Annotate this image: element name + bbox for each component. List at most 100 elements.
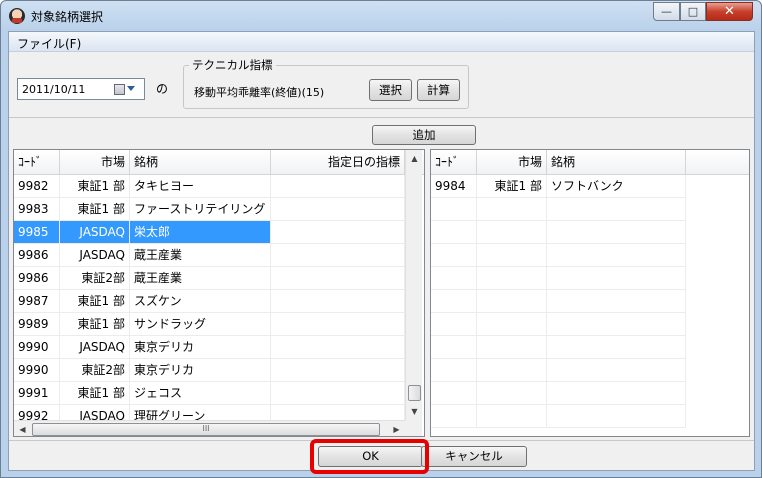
app-icon (9, 8, 25, 24)
cell-market: JASDAQ (60, 336, 130, 359)
horizontal-scroll-thumb[interactable]: III (32, 423, 380, 436)
chevron-down-icon[interactable] (127, 86, 135, 91)
scroll-right-arrow-icon[interactable]: ▶ (388, 421, 405, 436)
dialog-client-area: ファイル(F) 2011/10/11 の テクニカル指標 移動平均乖離率(終値)… (8, 31, 755, 474)
menu-file[interactable]: ファイル(F) (17, 35, 81, 52)
table-row[interactable]: 9986 JASDAQ 蔵王産業 (14, 244, 424, 267)
calculate-button[interactable]: 計算 (417, 79, 460, 101)
cell-market: 東証1 部 (60, 198, 130, 221)
table-row[interactable]: 9987 東証1 部スズケン (14, 290, 424, 313)
divider (9, 117, 754, 118)
cell-code: 9984 (431, 175, 477, 198)
cancel-button[interactable]: キャンセル (421, 446, 527, 467)
cell-market (477, 359, 547, 382)
cell-market (477, 221, 547, 244)
indicator-group-label: テクニカル指標 (189, 57, 276, 73)
cell-name (547, 198, 686, 221)
column-header-code[interactable]: ｺｰﾄﾞ (431, 150, 477, 175)
cell-value (271, 313, 405, 336)
highlight-annotation (310, 439, 429, 474)
table-row (431, 336, 749, 359)
cell-market (477, 382, 547, 405)
title-bar[interactable]: 対象銘柄選択 — □ ✕ (1, 1, 761, 31)
menu-bar: ファイル(F) (9, 32, 754, 52)
table-row[interactable]: 9982 東証1 部タキヒヨー (14, 175, 424, 198)
scroll-down-arrow-icon[interactable]: ▼ (406, 403, 423, 420)
column-header-market[interactable]: 市場 (60, 150, 130, 175)
date-suffix-label: の (156, 82, 169, 96)
table-row (431, 359, 749, 382)
cell-market (477, 244, 547, 267)
scroll-thumb[interactable] (408, 385, 421, 401)
stock-list[interactable]: ｺｰﾄﾞ 市場 銘柄 指定日の指標 9982 東証1 部タキヒヨー 9983 東証1 … (13, 149, 425, 437)
column-header-name[interactable]: 銘柄 (130, 150, 271, 175)
cell-name (547, 267, 686, 290)
table-row[interactable]: 9990 JASDAQ 東京デリカ (14, 336, 424, 359)
column-header-code[interactable]: ｺｰﾄﾞ (14, 150, 60, 175)
cell-name: スズケン (130, 290, 271, 313)
cell-code: 9983 (14, 198, 60, 221)
cell-name (547, 290, 686, 313)
table-row[interactable]: 9989 東証1 部サンドラッグ (14, 313, 424, 336)
maximize-button[interactable]: □ (680, 2, 706, 21)
cell-name (547, 359, 686, 382)
add-button[interactable]: 追加 (372, 125, 476, 145)
cell-market: 東証1 部 (60, 382, 130, 405)
cell-market: 東証1 部 (60, 175, 130, 198)
cell-name: ソフトバンク (547, 175, 686, 198)
table-row (431, 313, 749, 336)
cell-value (271, 175, 405, 198)
table-row (431, 244, 749, 267)
cell-market: 東証1 部 (477, 175, 547, 198)
cell-market (477, 313, 547, 336)
cell-market: JASDAQ (60, 244, 130, 267)
cell-code (431, 290, 477, 313)
cell-value (271, 198, 405, 221)
column-header-name[interactable]: 銘柄 (547, 150, 686, 175)
cell-market (477, 267, 547, 290)
cell-code: 9989 (14, 313, 60, 336)
table-row[interactable]: 9984 東証1 部ソフトバンク (431, 175, 749, 198)
indicator-name: 移動平均乖離率(終値)(15) (194, 86, 325, 99)
cell-value (271, 336, 405, 359)
date-picker[interactable]: 2011/10/11 (17, 78, 145, 100)
table-row (431, 267, 749, 290)
cell-value (271, 267, 405, 290)
cell-code: 9990 (14, 336, 60, 359)
table-row[interactable]: 9990 東証2部 東京デリカ (14, 359, 424, 382)
cell-code (431, 382, 477, 405)
vertical-scrollbar[interactable]: ▲ ▼ (405, 150, 422, 420)
column-header-value[interactable]: 指定日の指標 (271, 150, 405, 175)
table-row (431, 382, 749, 405)
close-button[interactable]: ✕ (706, 2, 753, 21)
selected-stock-list[interactable]: ｺｰﾄﾞ 市場 銘柄 9984 東証1 部ソフトバンク (430, 149, 750, 437)
cell-value (271, 221, 405, 244)
cell-name: ファーストリテイリング (130, 198, 271, 221)
cell-code: 9986 (14, 267, 60, 290)
table-row (431, 405, 749, 428)
cell-code: 9987 (14, 290, 60, 313)
cell-market: 東証2部 (60, 359, 130, 382)
select-indicator-button[interactable]: 選択 (369, 79, 412, 101)
cell-market: JASDAQ (60, 221, 130, 244)
table-row[interactable]: 9986 東証2部 蔵王産業 (14, 267, 424, 290)
column-header-market[interactable]: 市場 (477, 150, 547, 175)
table-row[interactable]: 9983 東証1 部ファーストリテイリング (14, 198, 424, 221)
cell-name: 栄太郎 (130, 221, 271, 244)
cell-value (271, 359, 405, 382)
cell-code (431, 198, 477, 221)
selected-list-header: ｺｰﾄﾞ 市場 銘柄 (431, 150, 749, 175)
table-row (431, 221, 749, 244)
table-row[interactable]: 9985 JASDAQ 栄太郎 (14, 221, 424, 244)
table-row[interactable]: 9991 東証1 部ジェコス (14, 382, 424, 405)
cell-name (547, 313, 686, 336)
dialog-window: 対象銘柄選択 — □ ✕ ファイル(F) 2011/10/11 の テクニカル指… (0, 0, 762, 478)
horizontal-scrollbar[interactable]: ◀ III ▶ (14, 420, 405, 436)
cell-code (431, 405, 477, 428)
scroll-up-arrow-icon[interactable]: ▲ (406, 150, 423, 167)
minimize-button[interactable]: — (653, 2, 680, 21)
cell-code: 9985 (14, 221, 60, 244)
stock-list-header: ｺｰﾄﾞ 市場 銘柄 指定日の指標 (14, 150, 424, 175)
scroll-left-arrow-icon[interactable]: ◀ (14, 421, 31, 436)
calendar-icon[interactable] (114, 84, 125, 95)
